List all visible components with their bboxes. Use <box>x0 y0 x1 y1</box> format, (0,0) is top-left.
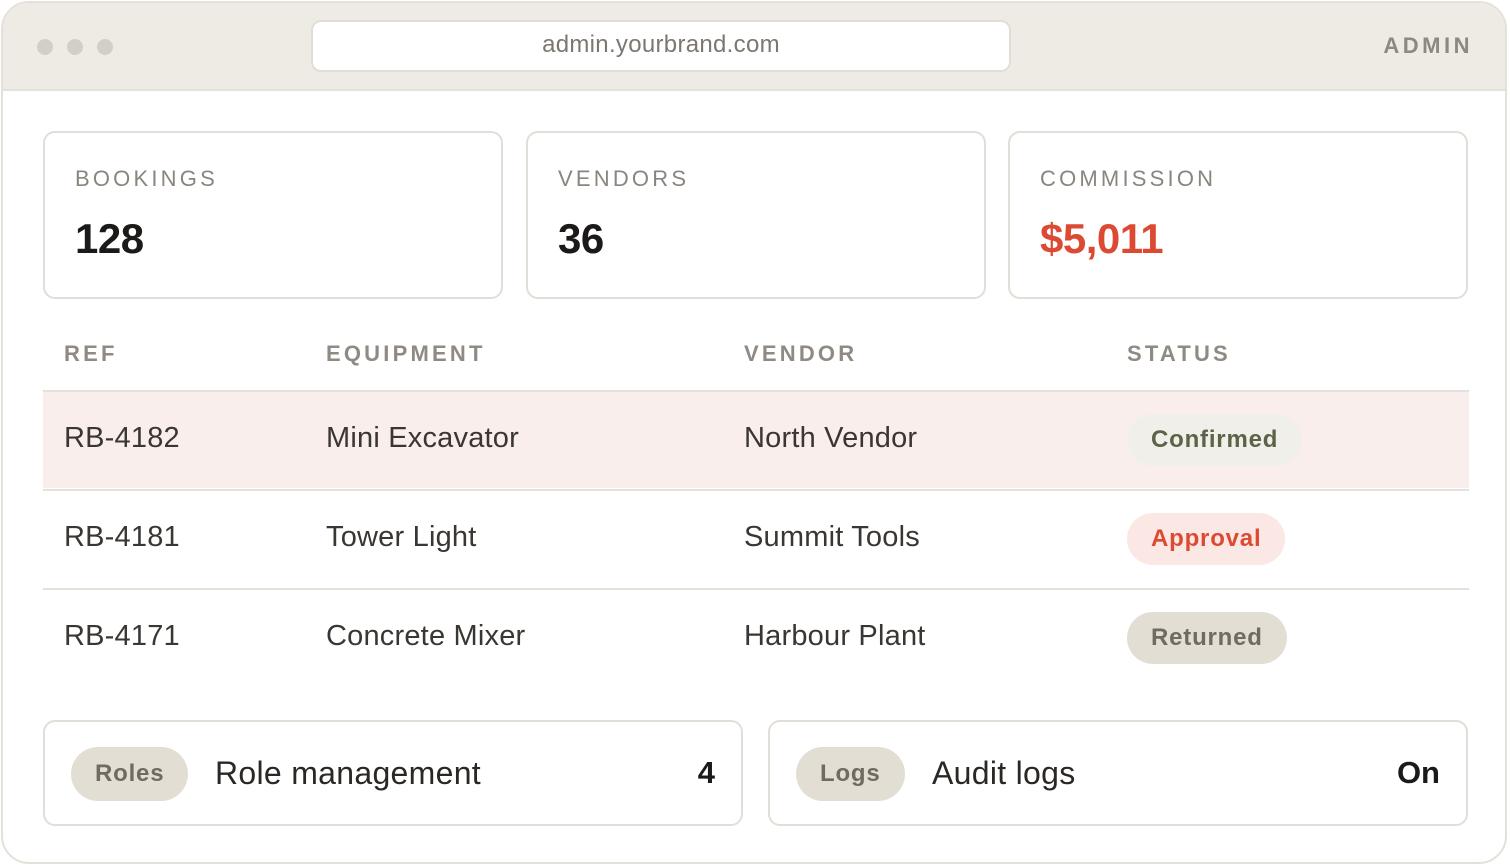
browser-window: admin.yourbrand.com ADMIN BOOKINGS 128 V… <box>1 1 1507 864</box>
cell-vendor: Harbour Plant <box>744 620 926 652</box>
stat-label: BOOKINGS <box>75 166 218 191</box>
cell-equipment: Concrete Mixer <box>326 620 526 652</box>
roles-tag: Roles <box>71 747 189 801</box>
setting-value: 4 <box>697 755 715 790</box>
column-header-equipment[interactable]: EQUIPMENT <box>326 341 486 367</box>
stat-value: 128 <box>75 215 144 262</box>
cell-ref: RB-4181 <box>64 521 180 553</box>
url-bar[interactable]: admin.yourbrand.com <box>311 20 1011 72</box>
audit-logs-card[interactable]: Logs Audit logs On <box>768 720 1468 826</box>
stat-card-bookings: BOOKINGS 128 <box>43 131 503 299</box>
cell-vendor: Summit Tools <box>744 521 920 553</box>
cell-vendor: North Vendor <box>744 422 918 454</box>
table-row[interactable]: RB-4171 Concrete Mixer Harbour Plant Ret… <box>43 588 1469 686</box>
logs-tag: Logs <box>796 747 905 801</box>
table-row[interactable]: RB-4181 Tower Light Summit Tools Approva… <box>43 489 1469 587</box>
cell-ref: RB-4182 <box>64 422 180 454</box>
stat-label: VENDORS <box>558 166 690 191</box>
stat-card-commission: COMMISSION $5,011 <box>1008 131 1468 299</box>
setting-value: On <box>1396 755 1440 790</box>
stat-card-vendors: VENDORS 36 <box>526 131 986 299</box>
stat-value: 36 <box>558 215 604 262</box>
browser-chrome: admin.yourbrand.com ADMIN <box>3 3 1505 91</box>
column-header-ref[interactable]: REF <box>64 341 118 367</box>
admin-label: ADMIN <box>1383 33 1473 58</box>
cell-equipment: Mini Excavator <box>326 422 519 454</box>
status-badge: Approval <box>1127 513 1286 565</box>
role-management-card[interactable]: Roles Role management 4 <box>43 720 743 826</box>
status-badge: Returned <box>1127 612 1287 664</box>
cell-equipment: Tower Light <box>326 521 477 553</box>
column-header-status[interactable]: STATUS <box>1127 341 1231 367</box>
setting-title: Role management <box>215 755 481 791</box>
window-dot-icon[interactable] <box>37 39 53 55</box>
column-header-vendor[interactable]: VENDOR <box>744 341 857 367</box>
window-dot-icon[interactable] <box>67 39 83 55</box>
table-row[interactable]: RB-4182 Mini Excavator North Vendor Conf… <box>43 390 1469 488</box>
window-dot-icon[interactable] <box>97 39 113 55</box>
setting-title: Audit logs <box>932 755 1076 791</box>
stat-label: COMMISSION <box>1040 166 1217 191</box>
status-badge: Confirmed <box>1127 414 1303 466</box>
cell-ref: RB-4171 <box>64 620 180 652</box>
stat-value: $5,011 <box>1040 215 1164 262</box>
